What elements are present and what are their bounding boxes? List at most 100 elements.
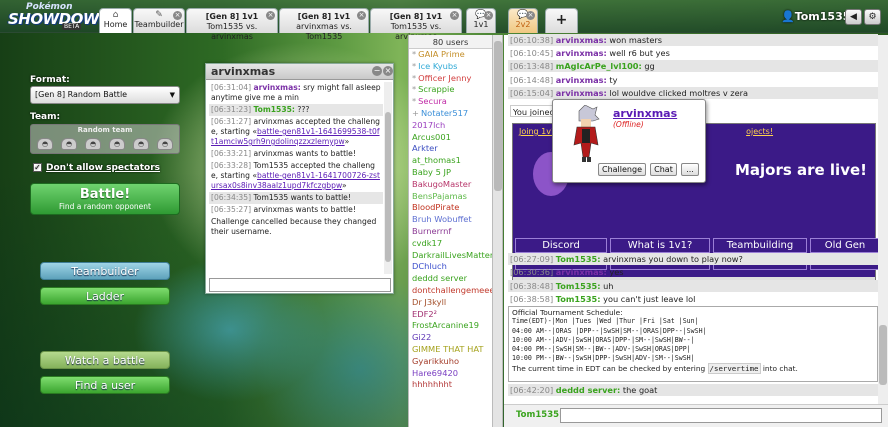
user-list-item[interactable]: * Officer Jenny xyxy=(409,73,492,85)
user-list-item[interactable]: Arkter xyxy=(409,143,492,155)
username[interactable]: 👤Tom1535 xyxy=(781,10,850,23)
user-list-item[interactable]: Arcus001 xyxy=(409,132,492,144)
pm-message: [06:34:35] Tom1535 wants to battle! xyxy=(209,192,383,204)
message-author[interactable]: deddd server: xyxy=(556,385,621,395)
user-list-item[interactable]: BensPajamas xyxy=(409,191,492,203)
schedule-row: 10:00 PM--|BW--|SwSH|DPP-|SwSH|ADV-|SM--… xyxy=(512,354,695,363)
tab-room-1v1[interactable]: 💬 1v1 × xyxy=(466,8,496,33)
pm-input[interactable] xyxy=(209,278,391,292)
user-list-item[interactable]: Baby 5 JP xyxy=(409,167,492,179)
close-icon[interactable]: × xyxy=(484,11,493,20)
user-list-item[interactable]: Burnerrnf xyxy=(409,226,492,238)
pm-scrollbar[interactable] xyxy=(384,82,392,274)
user-list-item[interactable]: hhhhhhht xyxy=(409,379,492,391)
tab-battle-1[interactable]: [Gen 8] 1v1 Tom1535 vs. arvinxmas × xyxy=(186,8,278,41)
sound-button[interactable]: ◀ xyxy=(845,9,862,25)
chat-button[interactable]: Chat xyxy=(650,163,677,176)
message-author[interactable]: arvinxmas: xyxy=(253,83,300,92)
user-list-item[interactable]: EDF2² xyxy=(409,309,492,321)
user-list-item[interactable]: cvdk17 xyxy=(409,238,492,250)
user-list-item[interactable]: BloodPirate xyxy=(409,202,492,214)
message-text: ty xyxy=(609,74,618,85)
message-author[interactable]: arvinxmas: xyxy=(556,88,607,98)
user-list-item[interactable]: + Notater517 xyxy=(409,108,492,120)
challenge-button[interactable]: Challenge xyxy=(598,163,646,176)
message-text: you can't just leave lol xyxy=(603,294,696,305)
intro-nav-link[interactable]: Discord xyxy=(515,238,607,253)
user-list-item[interactable]: dontchallengemeee xyxy=(409,285,492,297)
checkbox[interactable]: ✓ xyxy=(33,163,42,172)
user-list-item[interactable]: * Secura xyxy=(409,96,492,108)
message-author[interactable]: arvinxmas: xyxy=(556,35,607,45)
close-icon[interactable]: × xyxy=(383,66,393,76)
new-tab-button[interactable]: + xyxy=(545,8,578,33)
format-select[interactable]: [Gen 8] Random Battle ▼ xyxy=(30,86,180,104)
tab-battle-3[interactable]: [Gen 8] 1v1 Tom1535 vs. arvinxmas × xyxy=(370,8,462,41)
message-author[interactable]: mAgIcArPe_lvl100: xyxy=(556,61,642,71)
user-list-item[interactable]: GIMME THAT HAT xyxy=(409,344,492,356)
user-list-item[interactable]: * Scrappie xyxy=(409,84,492,96)
tab-battle-2[interactable]: [Gen 8] 1v1 arvinxmas vs. Tom1535 × xyxy=(279,8,369,41)
tab-teambuilder[interactable]: ✎ Teambuilder × xyxy=(133,8,185,33)
spectators-toggle[interactable]: ✓ Don't allow spectators xyxy=(33,163,160,173)
user-name: DarkrailLivesMatter xyxy=(412,249,492,260)
user-list-item[interactable]: * GAIA Prime xyxy=(409,49,492,61)
tab-room-2v2[interactable]: 💬 2v2 × xyxy=(508,8,538,33)
battle-button[interactable]: Battle! Find a random opponent xyxy=(30,183,180,215)
user-list-item[interactable]: Gyarikkuho xyxy=(409,356,492,368)
chat-scrollbar[interactable] xyxy=(878,35,888,404)
logo[interactable]: Pokémon SHOWDOWN! BETA xyxy=(4,2,118,30)
user-list-item[interactable]: BakugoMaster xyxy=(409,179,492,191)
message-author[interactable]: arvinxmas: xyxy=(556,267,607,277)
message-author[interactable]: arvinxmas: xyxy=(556,75,607,85)
intro-nav-link[interactable]: Old Gen xyxy=(810,238,880,253)
message-text: arvinxmas you down to play now? xyxy=(603,254,743,264)
team-select[interactable]: Random team ◓ ◓ ◓ ◓ ◓ ◓ xyxy=(30,124,180,154)
close-icon[interactable]: × xyxy=(266,11,275,20)
message-author[interactable]: Tom1535: xyxy=(556,281,601,291)
more-options-button[interactable]: ... xyxy=(681,163,699,176)
user-list-scrollbar[interactable] xyxy=(493,35,503,427)
user-list-item[interactable]: DChluch xyxy=(409,261,492,273)
popup-username[interactable]: arvinxmas xyxy=(613,107,677,120)
user-list-item[interactable]: * Ice Kyubs xyxy=(409,61,492,73)
pm-title[interactable]: arvinxmas xyxy=(206,64,393,80)
user-list-item[interactable]: 2017lch xyxy=(409,120,492,132)
message-author[interactable]: arvinxmas: xyxy=(556,48,607,58)
user-name: Officer Jenny xyxy=(418,72,472,83)
find-user-button[interactable]: Find a user xyxy=(40,376,170,394)
settings-button[interactable]: ⚙ xyxy=(864,9,881,25)
intro-nav-link[interactable]: What is 1v1? xyxy=(610,238,710,253)
user-list-item[interactable]: Hare69420 xyxy=(409,368,492,380)
close-icon[interactable]: × xyxy=(173,11,182,20)
majors-banner: Majors are live! xyxy=(734,161,867,179)
close-icon[interactable]: × xyxy=(450,11,459,20)
user-count[interactable]: 80 users xyxy=(409,35,492,49)
chat-input[interactable] xyxy=(560,408,882,423)
timestamp: [06:42:20] xyxy=(510,385,554,395)
tab-home[interactable]: ⌂ Home xyxy=(99,8,132,33)
ladder-button[interactable]: Ladder xyxy=(40,287,170,305)
message-author[interactable]: Tom1535: xyxy=(556,294,601,304)
tab-label: Teambuilder xyxy=(134,20,184,29)
pm-message: [06:31:23] Tom1535: ??? xyxy=(209,104,383,116)
close-icon[interactable]: × xyxy=(526,11,535,20)
user-list-item[interactable]: at_thomas1 xyxy=(409,155,492,167)
watch-battle-button[interactable]: Watch a battle xyxy=(40,351,170,369)
pokeball-icon: ◓ xyxy=(133,138,149,150)
message-author[interactable]: Tom1535: xyxy=(556,254,601,264)
user-list-item[interactable]: deddd server xyxy=(409,273,492,285)
user-list-item[interactable]: Gi22 xyxy=(409,332,492,344)
user-name: FrostArcanine19 xyxy=(412,320,480,331)
pm-message: [06:33:21] arvinxmas wants to battle! xyxy=(209,148,383,160)
message-text: » xyxy=(344,137,350,146)
user-list-item[interactable]: FrostArcanine19 xyxy=(409,320,492,332)
intro-nav-link[interactable]: Teambuilding xyxy=(713,238,807,253)
teambuilder-button[interactable]: Teambuilder xyxy=(40,262,170,280)
user-list-item[interactable]: Dr J3kyll xyxy=(409,297,492,309)
user-list-item[interactable]: DarkrailLivesMatter xyxy=(409,250,492,262)
message-author[interactable]: Tom1535: xyxy=(253,105,294,114)
minimize-icon[interactable]: − xyxy=(372,66,382,76)
close-icon[interactable]: × xyxy=(357,11,366,20)
user-list-item[interactable]: Bruh Wobuffet xyxy=(409,214,492,226)
